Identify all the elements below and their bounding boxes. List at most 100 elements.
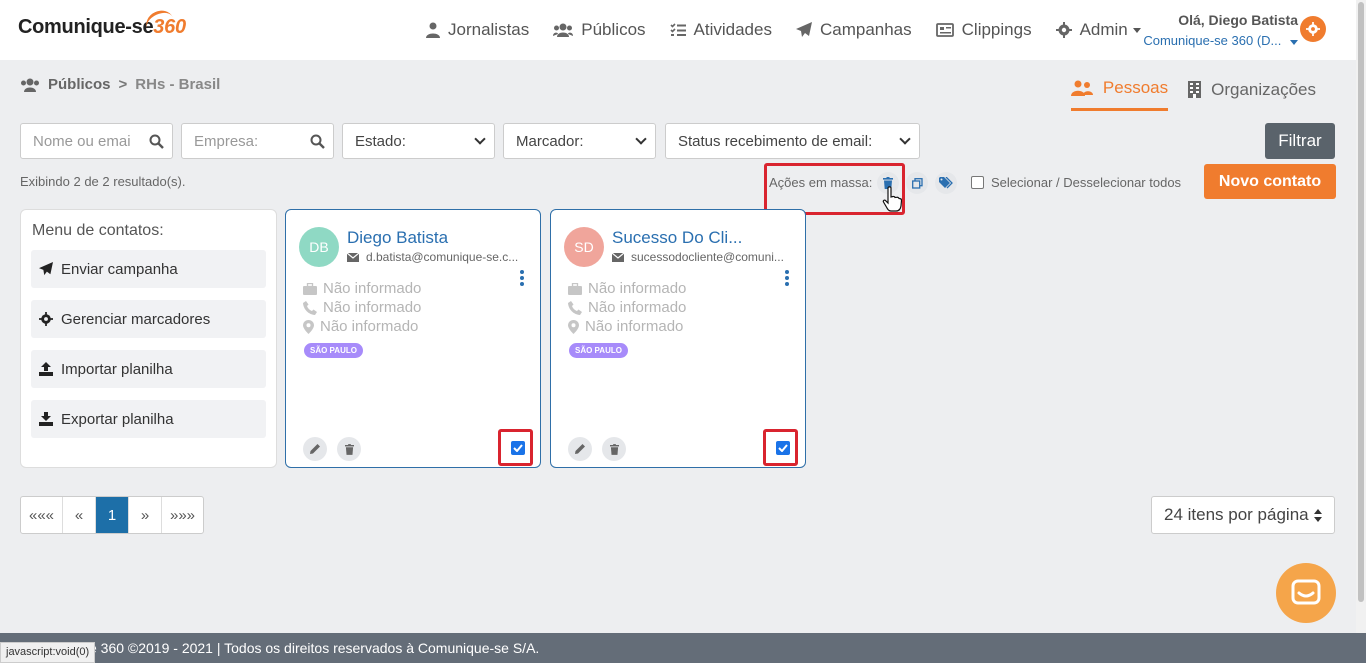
tag-select[interactable]: Marcador: xyxy=(503,123,656,159)
user-tie-icon xyxy=(426,22,440,38)
users-icon xyxy=(21,78,39,92)
view-tabs: Pessoas Organizações xyxy=(1051,78,1316,111)
nav-admin[interactable]: Admin xyxy=(1055,20,1141,40)
search-icon xyxy=(310,134,325,149)
hand-pointer-cursor-icon xyxy=(882,186,902,212)
contact-phone: Não informado xyxy=(568,299,686,316)
upload-icon xyxy=(39,362,53,376)
footer-copyright: se 360 ©2019 - 2021 | Todos os direitos … xyxy=(82,640,540,656)
contact-email: sucessodocliente@comuni... xyxy=(612,250,784,264)
search-button[interactable] xyxy=(140,124,172,158)
breadcrumb: Públicos > RHs - Brasil xyxy=(20,76,220,93)
contacts-menu: Menu de contatos: Enviar campanha Gerenc… xyxy=(20,209,277,468)
map-marker-icon xyxy=(568,319,579,334)
gear-icon xyxy=(1306,22,1320,36)
select-contact-checkbox[interactable] xyxy=(776,441,790,455)
footer: se 360 ©2019 - 2021 | Todos os direitos … xyxy=(0,633,1366,663)
mass-actions-label: Ações em massa: xyxy=(769,175,873,190)
envelope-icon xyxy=(612,252,624,262)
mass-tag-button[interactable] xyxy=(935,172,957,194)
page-next[interactable]: » xyxy=(129,497,162,533)
search-icon xyxy=(149,134,164,149)
new-contact-button[interactable]: Novo contato xyxy=(1204,164,1336,199)
user-greeting: Olá, Diego Batista xyxy=(1178,12,1298,28)
menu-title: Menu de contatos: xyxy=(32,222,164,239)
map-marker-icon xyxy=(303,319,314,334)
search-button[interactable] xyxy=(301,124,333,158)
chat-icon xyxy=(1291,579,1321,605)
check-icon xyxy=(778,444,788,452)
org-selector[interactable]: Comunique-se 360 (D... xyxy=(1143,33,1298,48)
page-first[interactable]: ««« xyxy=(21,497,63,533)
breadcrumb-separator: > xyxy=(118,76,128,93)
chevron-down-icon xyxy=(635,133,647,145)
menu-send-campaign[interactable]: Enviar campanha xyxy=(31,250,266,288)
breadcrumb-publicos[interactable]: Públicos xyxy=(48,76,111,93)
edit-button[interactable] xyxy=(303,437,327,461)
contact-email: d.batista@comunique-se.c... xyxy=(347,250,518,264)
menu-export-sheet[interactable]: Exportar planilha xyxy=(31,400,266,438)
pencil-icon xyxy=(310,444,320,454)
items-per-page-select[interactable]: 24 itens por página xyxy=(1151,496,1335,534)
avatar: SD xyxy=(564,227,604,267)
status-bar-url: javascript:void(0) xyxy=(0,642,96,663)
menu-import-sheet[interactable]: Importar planilha xyxy=(31,350,266,388)
contact-name[interactable]: Sucesso Do Cli... xyxy=(612,228,742,248)
briefcase-icon xyxy=(568,282,582,295)
nav-clippings[interactable]: Clippings xyxy=(935,20,1032,40)
filter-button[interactable]: Filtrar xyxy=(1265,123,1335,159)
more-options-icon[interactable] xyxy=(785,270,789,288)
email-status-select[interactable]: Status recebimento de email: xyxy=(665,123,920,159)
phone-icon xyxy=(303,300,317,315)
contact-card[interactable]: SD Sucesso Do Cli... sucessodocliente@co… xyxy=(550,209,806,468)
vertical-scrollbar[interactable] xyxy=(1356,0,1366,633)
state-select[interactable]: Estado: xyxy=(342,123,495,159)
select-all-toggle[interactable]: Selecionar / Desselecionar todos xyxy=(971,175,1181,190)
paper-plane-icon xyxy=(39,262,53,276)
pencil-icon xyxy=(575,444,585,454)
contact-company: Não informado xyxy=(303,280,421,297)
select-contact-checkbox[interactable] xyxy=(511,441,525,455)
caret-down-icon xyxy=(1132,27,1141,33)
nav-campanhas[interactable]: Campanhas xyxy=(795,20,912,40)
main-nav: Jornalistas Públicos Atividades Campanha… xyxy=(426,20,1165,40)
contact-card[interactable]: DB Diego Batista d.batista@comunique-se.… xyxy=(285,209,541,468)
tags-icon xyxy=(939,177,953,189)
chevron-down-icon xyxy=(474,133,486,145)
select-all-checkbox[interactable] xyxy=(971,176,984,189)
trash-icon xyxy=(344,443,354,455)
user-friends-icon xyxy=(1070,80,1093,96)
page-last[interactable]: »»» xyxy=(162,497,203,533)
mass-copy-button[interactable] xyxy=(906,172,928,194)
copy-icon xyxy=(911,177,923,189)
contact-company: Não informado xyxy=(568,280,686,297)
contact-location: Não informado xyxy=(568,318,683,335)
tab-organizacoes[interactable]: Organizações xyxy=(1188,78,1316,111)
phone-icon xyxy=(568,300,582,315)
tab-pessoas[interactable]: Pessoas xyxy=(1070,78,1169,111)
scrollbar-thumb[interactable] xyxy=(1358,2,1364,602)
state-tag: SÃO PAULO xyxy=(304,343,363,358)
menu-manage-tags[interactable]: Gerenciar marcadores xyxy=(31,300,266,338)
delete-button[interactable] xyxy=(337,437,361,461)
avatar: DB xyxy=(299,227,339,267)
sort-arrows-icon xyxy=(1314,509,1322,522)
delete-button[interactable] xyxy=(602,437,626,461)
contact-location: Não informado xyxy=(303,318,418,335)
more-options-icon[interactable] xyxy=(520,270,524,288)
contact-phone: Não informado xyxy=(303,299,421,316)
nav-atividades[interactable]: Atividades xyxy=(669,20,772,40)
settings-button[interactable] xyxy=(1300,16,1326,42)
chat-widget-button[interactable] xyxy=(1276,563,1336,623)
edit-button[interactable] xyxy=(568,437,592,461)
page-1[interactable]: 1 xyxy=(96,497,129,533)
page-prev[interactable]: « xyxy=(63,497,96,533)
user-menu[interactable]: Olá, Diego Batista Comunique-se 360 (D..… xyxy=(1143,12,1298,48)
contact-name[interactable]: Diego Batista xyxy=(347,228,448,248)
company-search-input[interactable]: Empresa: xyxy=(181,123,334,159)
nav-jornalistas[interactable]: Jornalistas xyxy=(426,20,529,40)
nav-publicos[interactable]: Públicos xyxy=(553,20,646,40)
gear-icon xyxy=(39,312,53,326)
chevron-down-icon xyxy=(899,133,911,145)
name-email-search-input[interactable]: Nome ou emai xyxy=(20,123,173,159)
